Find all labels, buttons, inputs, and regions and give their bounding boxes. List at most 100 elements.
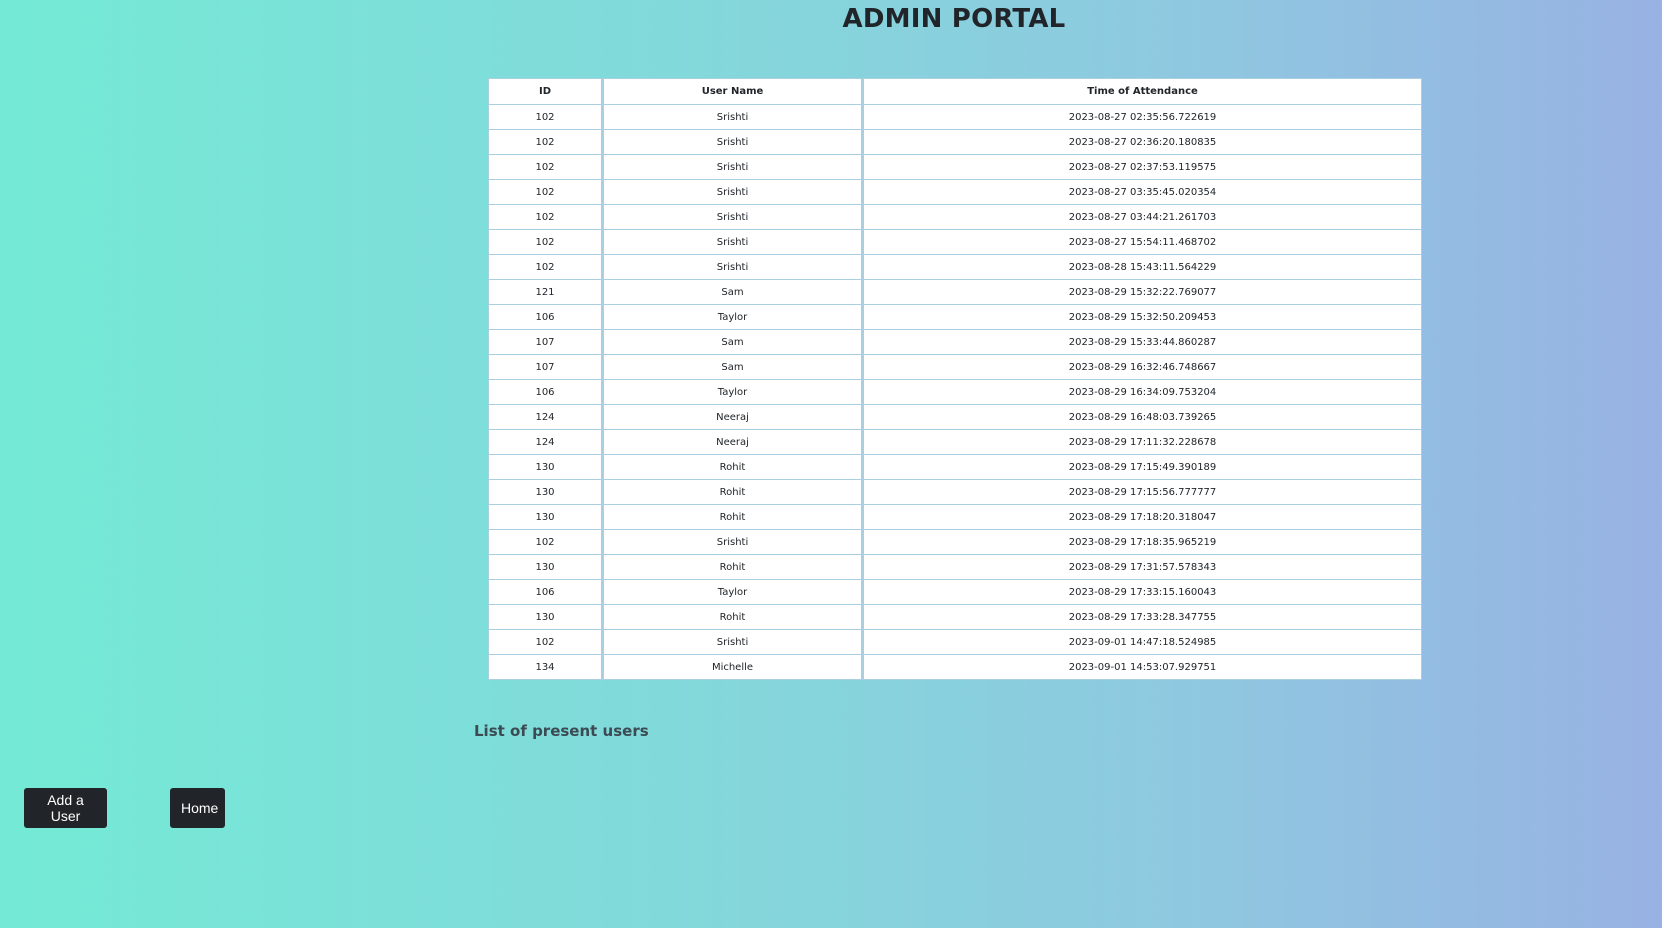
cell-id: 121 <box>488 279 603 305</box>
cell-id: 130 <box>488 454 603 480</box>
cell-user-name: Neeraj <box>601 404 863 430</box>
cell-time: 2023-08-29 17:11:32.228678 <box>861 429 1422 455</box>
cell-time: 2023-08-29 17:33:28.347755 <box>861 604 1422 630</box>
column-header-id: ID <box>488 78 603 105</box>
cell-id: 124 <box>488 429 603 455</box>
cell-id: 102 <box>488 179 603 205</box>
cell-id: 106 <box>488 579 603 605</box>
table-row: 102 Srishti 2023-08-27 02:35:56.722619 <box>488 104 1422 130</box>
cell-user-name: Srishti <box>601 529 863 555</box>
cell-user-name: Rohit <box>601 504 863 530</box>
table-row: 130 Rohit 2023-08-29 17:15:56.777777 <box>488 479 1422 505</box>
cell-time: 2023-08-29 17:15:56.777777 <box>861 479 1422 505</box>
home-button[interactable]: Home <box>170 788 225 828</box>
cell-user-name: Srishti <box>601 629 863 655</box>
cell-id: 130 <box>488 554 603 580</box>
cell-user-name: Srishti <box>601 104 863 130</box>
cell-id: 102 <box>488 629 603 655</box>
table-row: 130 Rohit 2023-08-29 17:33:28.347755 <box>488 604 1422 630</box>
table-caption: List of present users <box>474 722 649 740</box>
cell-id: 124 <box>488 404 603 430</box>
table-body: 102 Srishti 2023-08-27 02:35:56.722619 102 S… <box>488 104 1422 680</box>
cell-id: 102 <box>488 204 603 230</box>
cell-id: 107 <box>488 329 603 355</box>
table-row: 130 Rohit 2023-08-29 17:18:20.318047 <box>488 504 1422 530</box>
table-row: 124 Neeraj 2023-08-29 17:11:32.228678 <box>488 429 1422 455</box>
cell-id: 130 <box>488 479 603 505</box>
cell-id: 102 <box>488 129 603 155</box>
cell-time: 2023-08-27 02:36:20.180835 <box>861 129 1422 155</box>
cell-time: 2023-08-29 17:18:20.318047 <box>861 504 1422 530</box>
attendance-table-container: ID User Name Time of Attendance 102 Srish… <box>488 78 1422 680</box>
cell-time: 2023-09-01 14:47:18.524985 <box>861 629 1422 655</box>
cell-user-name: Neeraj <box>601 429 863 455</box>
table-row: 106 Taylor 2023-08-29 15:32:50.209453 <box>488 304 1422 330</box>
cell-time: 2023-08-29 17:15:49.390189 <box>861 454 1422 480</box>
add-user-button[interactable]: Add a User <box>24 788 107 828</box>
table-row: 102 Srishti 2023-08-28 15:43:11.564229 <box>488 254 1422 280</box>
table-row: 102 Srishti 2023-08-27 03:35:45.020354 <box>488 179 1422 205</box>
cell-time: 2023-08-29 17:33:15.160043 <box>861 579 1422 605</box>
table-row: 121 Sam 2023-08-29 15:32:22.769077 <box>488 279 1422 305</box>
cell-id: 102 <box>488 154 603 180</box>
cell-user-name: Srishti <box>601 229 863 255</box>
cell-user-name: Rohit <box>601 479 863 505</box>
table-row: 130 Rohit 2023-08-29 17:31:57.578343 <box>488 554 1422 580</box>
table-row: 102 Srishti 2023-08-27 03:44:21.261703 <box>488 204 1422 230</box>
cell-time: 2023-08-29 16:48:03.739265 <box>861 404 1422 430</box>
table-row: 130 Rohit 2023-08-29 17:15:49.390189 <box>488 454 1422 480</box>
cell-user-name: Sam <box>601 329 863 355</box>
table-row: 107 Sam 2023-08-29 16:32:46.748667 <box>488 354 1422 380</box>
cell-id: 130 <box>488 604 603 630</box>
table-row: 107 Sam 2023-08-29 15:33:44.860287 <box>488 329 1422 355</box>
cell-time: 2023-08-29 16:32:46.748667 <box>861 354 1422 380</box>
cell-id: 102 <box>488 104 603 130</box>
cell-time: 2023-09-01 14:53:07.929751 <box>861 654 1422 680</box>
cell-user-name: Rohit <box>601 604 863 630</box>
cell-user-name: Sam <box>601 354 863 380</box>
table-header-row: ID User Name Time of Attendance <box>488 78 1422 105</box>
cell-time: 2023-08-29 15:32:22.769077 <box>861 279 1422 305</box>
table-row: 102 Srishti 2023-08-27 02:36:20.180835 <box>488 129 1422 155</box>
table-row: 134 Michelle 2023-09-01 14:53:07.929751 <box>488 654 1422 680</box>
cell-user-name: Rohit <box>601 454 863 480</box>
cell-id: 102 <box>488 229 603 255</box>
cell-user-name: Taylor <box>601 579 863 605</box>
attendance-table: ID User Name Time of Attendance 102 Srish… <box>488 78 1422 680</box>
cell-user-name: Michelle <box>601 654 863 680</box>
cell-user-name: Sam <box>601 279 863 305</box>
column-header-time: Time of Attendance <box>861 78 1422 105</box>
page-title: ADMIN PORTAL <box>842 4 1066 34</box>
cell-time: 2023-08-28 15:43:11.564229 <box>861 254 1422 280</box>
cell-user-name: Srishti <box>601 179 863 205</box>
table-header: ID User Name Time of Attendance <box>488 78 1422 105</box>
cell-user-name: Rohit <box>601 554 863 580</box>
table-row: 124 Neeraj 2023-08-29 16:48:03.739265 <box>488 404 1422 430</box>
cell-user-name: Srishti <box>601 254 863 280</box>
cell-id: 102 <box>488 254 603 280</box>
cell-time: 2023-08-29 17:31:57.578343 <box>861 554 1422 580</box>
column-header-user-name: User Name <box>601 78 863 105</box>
cell-user-name: Taylor <box>601 379 863 405</box>
table-row: 106 Taylor 2023-08-29 17:33:15.160043 <box>488 579 1422 605</box>
cell-user-name: Taylor <box>601 304 863 330</box>
cell-time: 2023-08-27 15:54:11.468702 <box>861 229 1422 255</box>
cell-time: 2023-08-27 03:44:21.261703 <box>861 204 1422 230</box>
cell-time: 2023-08-27 02:37:53.119575 <box>861 154 1422 180</box>
cell-id: 130 <box>488 504 603 530</box>
cell-time: 2023-08-29 16:34:09.753204 <box>861 379 1422 405</box>
cell-time: 2023-08-29 15:33:44.860287 <box>861 329 1422 355</box>
table-row: 102 Srishti 2023-08-27 02:37:53.119575 <box>488 154 1422 180</box>
cell-id: 106 <box>488 304 603 330</box>
cell-time: 2023-08-29 17:18:35.965219 <box>861 529 1422 555</box>
table-row: 102 Srishti 2023-09-01 14:47:18.524985 <box>488 629 1422 655</box>
cell-time: 2023-08-27 02:35:56.722619 <box>861 104 1422 130</box>
cell-user-name: Srishti <box>601 154 863 180</box>
cell-time: 2023-08-27 03:35:45.020354 <box>861 179 1422 205</box>
cell-id: 107 <box>488 354 603 380</box>
cell-user-name: Srishti <box>601 204 863 230</box>
cell-time: 2023-08-29 15:32:50.209453 <box>861 304 1422 330</box>
table-row: 102 Srishti 2023-08-27 15:54:11.468702 <box>488 229 1422 255</box>
cell-id: 134 <box>488 654 603 680</box>
cell-id: 106 <box>488 379 603 405</box>
